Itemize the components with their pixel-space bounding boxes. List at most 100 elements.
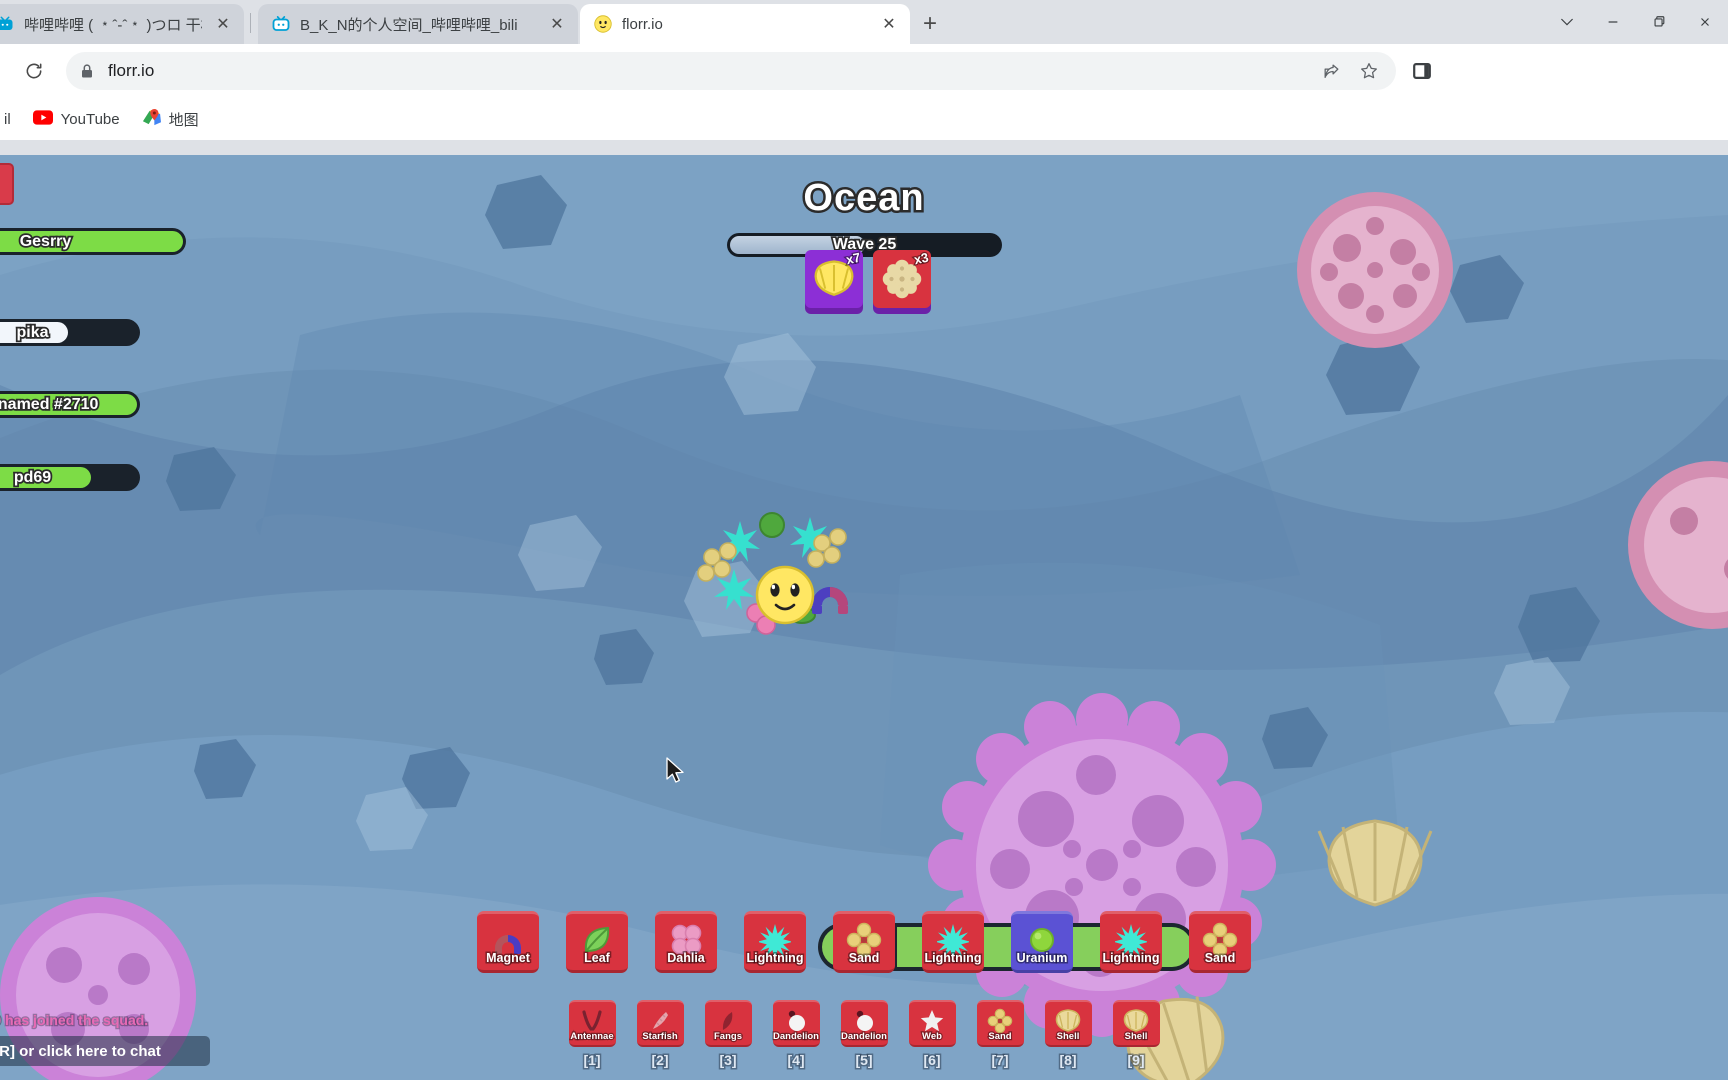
petal-slot[interactable]: Starfish [636, 1000, 684, 1047]
browser-tab-2[interactable]: B_K_N的个人空间_哔哩哔哩_bili ✕ [258, 4, 578, 44]
petal-slot-sand-2[interactable]: Sand [1189, 911, 1251, 973]
url-text: florr.io [108, 61, 155, 80]
browser-tab-1[interactable]: 哔哩哔哩 ( ﹡ˆ-ˆ﹡ )つロ 干杯~-bili ✕ [0, 4, 244, 44]
browser-chrome: 哔哩哔哩 ( ﹡ˆ-ˆ﹡ )つロ 干杯~-bili ✕ B_K_N的个人空间_哔… [0, 0, 1728, 155]
petal-slot[interactable]: Dandelion [772, 1000, 820, 1047]
petal-slot[interactable]: Dandelion [840, 1000, 888, 1047]
tab-close-icon[interactable]: ✕ [212, 13, 234, 35]
share-icon[interactable] [1318, 58, 1344, 84]
slot-key: [3] [718, 1051, 738, 1070]
star-icon[interactable] [1356, 58, 1382, 84]
address-bar[interactable]: florr.io [66, 52, 1396, 90]
petal-label: Dandelion [840, 1030, 888, 1043]
tab-title: B_K_N的个人空间_哔哩哔哩_bili [300, 16, 518, 34]
player-healthbar-unnamed: Unnamed #2710 [0, 391, 140, 418]
petal-slot-magnet[interactable]: Magnet [477, 911, 539, 973]
slot-key: [7] [990, 1051, 1010, 1070]
petal-label: Lightning [923, 950, 983, 967]
petal-slot-uranium[interactable]: Uranium [1011, 911, 1073, 973]
secondary-slot-web[interactable]: Web [6] [908, 1000, 956, 1070]
secondary-slot-shell-1[interactable]: Shell [8] [1044, 1000, 1092, 1070]
petal-slot-lightning-3[interactable]: Lightning [1100, 911, 1162, 973]
secondary-slot-dandelion-2[interactable]: Dandelion [5] [840, 1000, 888, 1070]
petal-slot[interactable]: Fangs [704, 1000, 752, 1047]
tab-close-icon[interactable]: ✕ [878, 13, 900, 35]
petal-slot-leaf[interactable]: Leaf [566, 911, 628, 973]
mouse-cursor [666, 757, 684, 783]
reload-icon[interactable] [16, 53, 52, 89]
secondary-slot-antennae[interactable]: Antennae [1] [568, 1000, 616, 1070]
secondary-slot-dandelion-1[interactable]: Dandelion [4] [772, 1000, 820, 1070]
player-name: Unnamed #2710 [0, 394, 100, 415]
dandelion-icon [856, 1010, 873, 1031]
player-healthbar-gesrry: Gesrry [0, 228, 186, 255]
new-tab-button[interactable]: + [912, 8, 948, 40]
player-name: pika [15, 322, 51, 343]
side-panel-icon[interactable] [1402, 51, 1442, 91]
browser-tab-3[interactable]: florr.io ✕ [580, 4, 910, 44]
antennae-icon [582, 1010, 602, 1031]
slot-key: [2] [650, 1051, 670, 1070]
player-name: Gesrry [18, 231, 73, 252]
petal-slot[interactable]: Antennae [568, 1000, 616, 1047]
petal-label: Fangs [713, 1030, 743, 1043]
petal-slot-dahlia[interactable]: Dahlia [655, 911, 717, 973]
slot-key: [9] [1126, 1051, 1146, 1070]
bookmark-item-maps[interactable]: 地图 [134, 104, 207, 135]
petal-slot-sand-1[interactable]: Sand [833, 911, 895, 973]
player-healthbar-pd69: pd69 [0, 464, 140, 491]
tab-strip: 哔哩哔哩 ( ﹡ˆ-ˆ﹡ )つロ 干杯~-bili ✕ B_K_N的个人空间_哔… [0, 0, 1728, 44]
game-canvas[interactable]: Ocean Wave 25 x7 x3 Gesrry pika named #2… [0, 155, 1728, 1080]
slot-key: [1] [582, 1051, 602, 1070]
shell-icon [1123, 1009, 1149, 1032]
tab-title: florr.io [622, 15, 663, 33]
tab-title: 哔哩哔哩 ( ﹡ˆ-ˆ﹡ )つロ 干杯~-bili [24, 16, 202, 34]
slot-key: [5] [854, 1051, 874, 1070]
close-window-button[interactable] [1682, 0, 1728, 44]
petal-label: Magnet [485, 950, 532, 967]
minimize-button[interactable] [1590, 0, 1636, 44]
player-healthbar-pika: pika [0, 319, 140, 346]
petal-slot-lightning-2[interactable]: Lightning [922, 911, 984, 973]
petal-slot-lightning-1[interactable]: Lightning [744, 911, 806, 973]
drop-count: x7 [843, 248, 863, 268]
bilibili-icon [272, 15, 290, 33]
petal-slot[interactable]: Web [908, 1000, 956, 1047]
browser-toolbar: florr.io [0, 44, 1728, 98]
bookmark-item-0[interactable]: il [0, 107, 19, 132]
petal-label: Sand [847, 950, 881, 967]
secondary-petal-hotbar: Antennae [1] Starfish [2] Fangs [3] Dand… [0, 1000, 1728, 1070]
petal-label: Antennae [569, 1030, 615, 1043]
drop-sand[interactable]: x3 [873, 248, 931, 308]
petal-slot[interactable]: Sand [976, 1000, 1024, 1047]
maximize-button[interactable] [1636, 0, 1682, 44]
wave-drops: x7 x3 [723, 248, 1013, 335]
petal-label: Shell [1123, 1030, 1148, 1043]
bookmark-item-youtube[interactable]: YouTube [25, 106, 128, 133]
drop-shell[interactable]: x7 [805, 248, 863, 308]
petal-label: Sand [1203, 950, 1237, 967]
secondary-slot-sand[interactable]: Sand [7] [976, 1000, 1024, 1070]
slot-key: [4] [786, 1051, 806, 1070]
secondary-slot-fangs[interactable]: Fangs [3] [704, 1000, 752, 1070]
petal-slot[interactable]: Shell [1044, 1000, 1092, 1047]
shell-icon [1055, 1009, 1081, 1032]
player-name: pd69 [12, 467, 53, 488]
primary-petal-hotbar: Magnet Leaf Dahlia Lightning Sand Lightn… [0, 911, 1728, 983]
slot-key: [8] [1058, 1051, 1078, 1070]
petal-label: Lightning [1101, 950, 1161, 967]
secondary-slot-shell-2[interactable]: Shell [9] [1112, 1000, 1160, 1070]
petal-label: Dandelion [772, 1030, 820, 1043]
petal-label: Dahlia [666, 950, 707, 967]
bookmark-label: 地图 [168, 111, 199, 129]
youtube-icon [32, 109, 53, 129]
bookmarks-bar: il YouTube 地图 [0, 98, 1728, 140]
petal-slot[interactable]: Shell [1112, 1000, 1160, 1047]
tab-close-icon[interactable]: ✕ [546, 13, 568, 35]
secondary-slot-starfish[interactable]: Starfish [2] [636, 1000, 684, 1070]
bookmark-label: YouTube [60, 110, 120, 128]
tab-search-chevron-down-icon[interactable] [1544, 0, 1590, 44]
lock-icon [80, 63, 96, 79]
fangs-icon [722, 1011, 733, 1030]
petal-label: Uranium [1015, 950, 1069, 967]
